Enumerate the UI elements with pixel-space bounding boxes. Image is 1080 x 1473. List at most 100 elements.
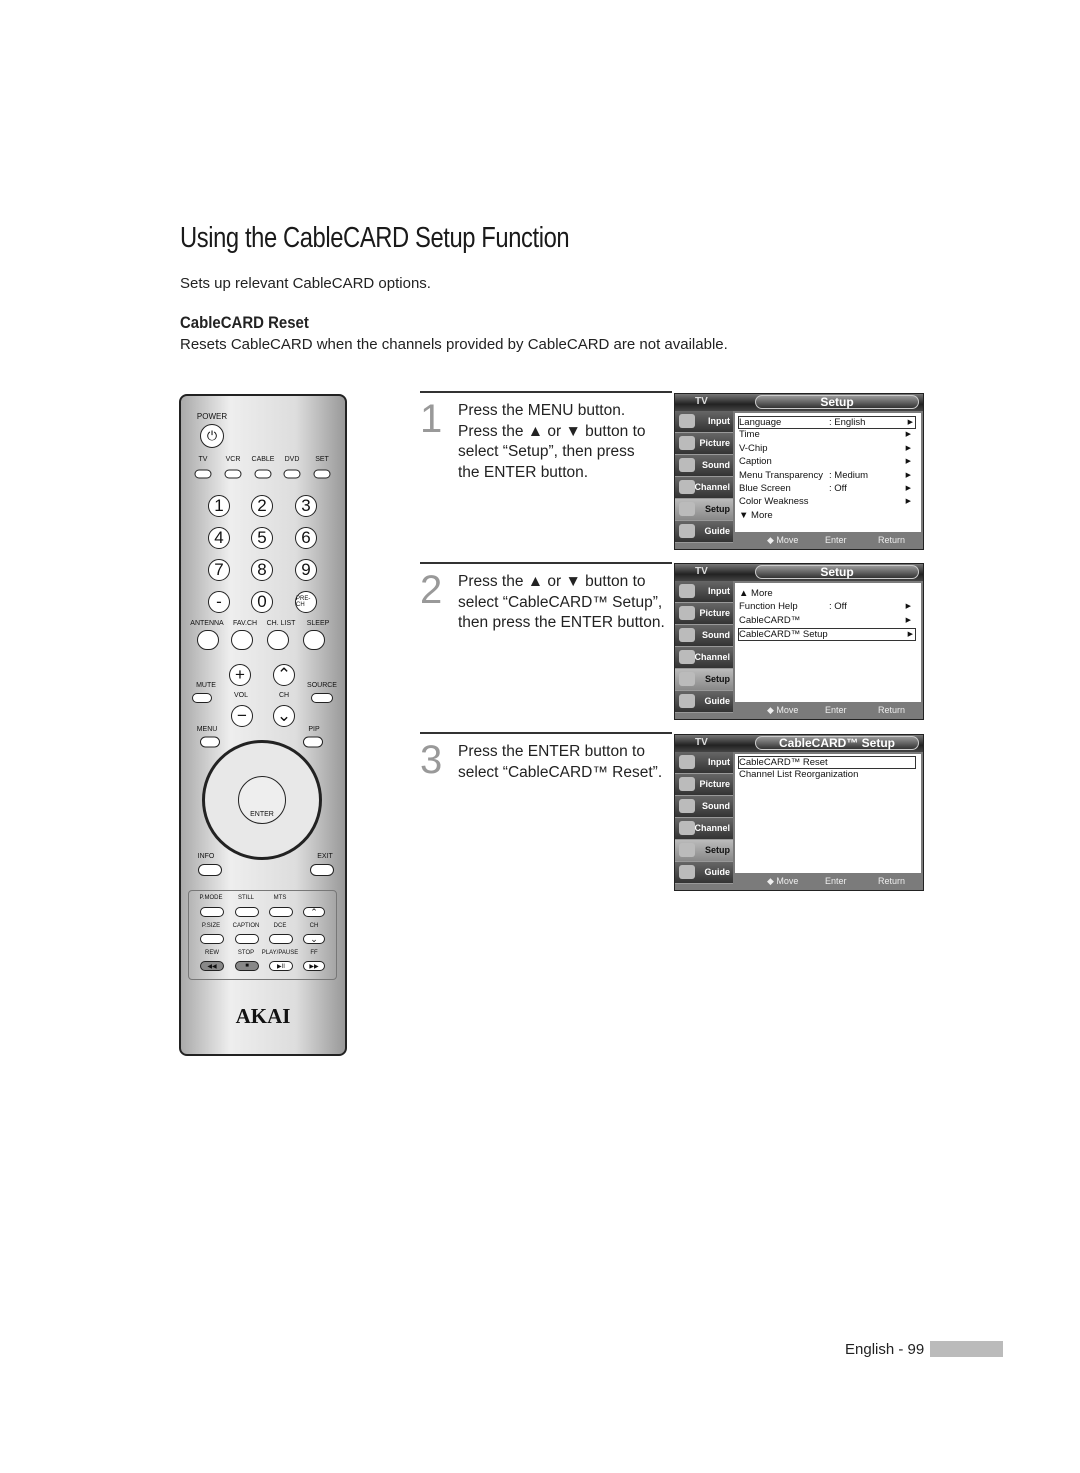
osd-sidebar-item-setup: Setup bbox=[675, 840, 733, 862]
osd-help-bar: ◆ Move Enter Return bbox=[735, 703, 923, 717]
footer-bar bbox=[930, 1341, 1003, 1357]
stop-button[interactable]: ■ bbox=[235, 961, 259, 971]
mute-label: MUTE bbox=[196, 682, 216, 689]
submenu-arrow-icon: ▶ bbox=[907, 631, 913, 639]
submenu-arrow-icon: ▶ bbox=[905, 471, 911, 479]
digit-button[interactable]: PRE-CH bbox=[295, 591, 317, 613]
osd-sidebar-label: Picture bbox=[699, 608, 730, 618]
osd-sidebar-label: Picture bbox=[699, 438, 730, 448]
osd-sidebar-label: Channel bbox=[694, 482, 730, 492]
button-label: FF bbox=[310, 950, 318, 956]
osd-tv-label: TV bbox=[695, 396, 708, 407]
osd-item-value: : Off bbox=[829, 601, 847, 613]
osd-menu-item: Menu Transparency: Medium ▶ bbox=[739, 470, 913, 482]
osd-sidebar-item-sound: Sound bbox=[675, 796, 733, 818]
setup-icon bbox=[679, 502, 695, 516]
osd-sidebar-item-channel: Channel bbox=[675, 818, 733, 840]
power-button[interactable]: ⏻ bbox=[200, 424, 224, 448]
osd-menu-list: ▲ More Function Help: Off ▶ CableCARD™ ▶ Cabl… bbox=[735, 583, 921, 702]
channel-down-button[interactable]: ⌄ bbox=[303, 934, 325, 944]
osd-sidebar-label: Setup bbox=[704, 504, 730, 514]
info-button[interactable] bbox=[198, 864, 222, 876]
menu-button[interactable] bbox=[200, 736, 220, 748]
osd-sidebar-label: Guide bbox=[704, 867, 730, 877]
function-button[interactable] bbox=[235, 907, 259, 917]
mute-button[interactable] bbox=[192, 693, 212, 703]
digit-button[interactable]: - bbox=[208, 591, 230, 613]
osd-title-bar: TV Setup bbox=[675, 394, 923, 411]
osd-item-label: CableCARD™ Reset bbox=[739, 757, 828, 768]
function-button[interactable] bbox=[303, 630, 325, 650]
function-button[interactable] bbox=[197, 630, 219, 650]
function-button[interactable] bbox=[267, 630, 289, 650]
digit-button[interactable]: 3 bbox=[295, 495, 317, 517]
osd-menu-item: Color Weakness ▶ bbox=[739, 496, 913, 508]
osd-help-bar: ◆ Move Enter Return bbox=[735, 874, 923, 888]
pip-button[interactable] bbox=[303, 736, 323, 748]
section-description: Resets CableCARD when the channels provi… bbox=[180, 336, 728, 353]
volume-down-button[interactable]: − bbox=[231, 705, 253, 727]
mode-button-tv[interactable] bbox=[194, 469, 212, 479]
digit-button[interactable]: 4 bbox=[208, 527, 230, 549]
osd-menu-title: Setup bbox=[755, 395, 919, 409]
digit-button[interactable]: 8 bbox=[251, 559, 273, 581]
osd-menu-item: CableCARD™ Setup ▶ bbox=[738, 628, 916, 642]
remote-control-illustration: POWER ⏻ TV VCR CABLE DVD SET 1 2 3 4 5 6 7 8 9 -0 PRE-CH A… bbox=[179, 394, 347, 1056]
osd-sidebar-label: Input bbox=[708, 416, 730, 426]
button-label: CH bbox=[309, 923, 319, 929]
osd-item-label: CableCARD™ bbox=[739, 614, 801, 626]
osd-item-label: Language bbox=[739, 417, 782, 428]
osd-sidebar-label: Channel bbox=[694, 823, 730, 833]
guide-icon bbox=[679, 694, 695, 708]
mode-button-cable[interactable] bbox=[254, 469, 272, 479]
function-button[interactable] bbox=[200, 907, 224, 917]
osd-menu-item: Time ▶ bbox=[739, 429, 913, 441]
digit-button[interactable]: 0 bbox=[251, 591, 273, 613]
channel-icon bbox=[679, 650, 695, 664]
channel-down-button[interactable]: ⌄ bbox=[273, 705, 295, 727]
function-button[interactable] bbox=[235, 934, 259, 944]
section-heading: CableCARD Reset bbox=[180, 313, 309, 332]
step-text: Press the ENTER button to select “CableC… bbox=[458, 743, 663, 781]
function-button[interactable] bbox=[269, 907, 293, 917]
mode-label: CABLE bbox=[251, 456, 275, 463]
digit-button[interactable]: 5 bbox=[251, 527, 273, 549]
source-button[interactable] bbox=[311, 693, 333, 703]
osd-sidebar-item-setup: Setup bbox=[675, 499, 733, 521]
step-number: 3 bbox=[420, 738, 443, 782]
function-button[interactable] bbox=[231, 630, 253, 650]
digit-button[interactable]: 6 bbox=[295, 527, 317, 549]
channel-up-button[interactable]: ⌃ bbox=[303, 907, 325, 917]
play-pause-button[interactable]: ▶II bbox=[269, 961, 293, 971]
volume-up-button[interactable]: + bbox=[229, 664, 251, 686]
osd-screen-2: TV Setup Input Picture Sound Channel Setup Guid… bbox=[674, 563, 924, 720]
function-button[interactable] bbox=[200, 934, 224, 944]
mode-button-dvd[interactable] bbox=[283, 469, 301, 479]
osd-menu-item: ▲ More bbox=[739, 588, 913, 600]
step-number: 1 bbox=[420, 397, 443, 441]
osd-menu-title: CableCARD™ Setup bbox=[755, 736, 919, 750]
picture-icon bbox=[679, 606, 695, 620]
osd-sidebar-label: Input bbox=[708, 586, 730, 596]
channel-up-button[interactable]: ⌃ bbox=[273, 664, 295, 686]
osd-menu-item: Function Help: Off ▶ bbox=[739, 601, 913, 613]
osd-menu-item: Blue Screen: Off ▶ bbox=[739, 483, 913, 495]
osd-screen-3: TV CableCARD™ Setup Input Picture Sound Chann… bbox=[674, 734, 924, 891]
rewind-button[interactable]: ◀◀ bbox=[200, 961, 224, 971]
osd-sidebar: Input Picture Sound Channel Setup Guide bbox=[675, 411, 733, 543]
function-label: CH. LIST bbox=[266, 620, 296, 627]
function-button[interactable] bbox=[269, 934, 293, 944]
osd-sidebar-label: Guide bbox=[704, 696, 730, 706]
picture-icon bbox=[679, 777, 695, 791]
osd-sidebar-item-input: Input bbox=[675, 581, 733, 603]
digit-button[interactable]: 2 bbox=[251, 495, 273, 517]
digit-button[interactable]: 7 bbox=[208, 559, 230, 581]
digit-button[interactable]: 1 bbox=[208, 495, 230, 517]
digit-button[interactable]: 9 bbox=[295, 559, 317, 581]
fast-forward-button[interactable]: ▶▶ bbox=[303, 961, 325, 971]
mode-button-vcr[interactable] bbox=[224, 469, 242, 479]
submenu-arrow-icon: ▶ bbox=[905, 616, 911, 624]
exit-button[interactable] bbox=[310, 864, 334, 876]
mode-button-set[interactable] bbox=[313, 469, 331, 479]
osd-sidebar-label: Guide bbox=[704, 526, 730, 536]
